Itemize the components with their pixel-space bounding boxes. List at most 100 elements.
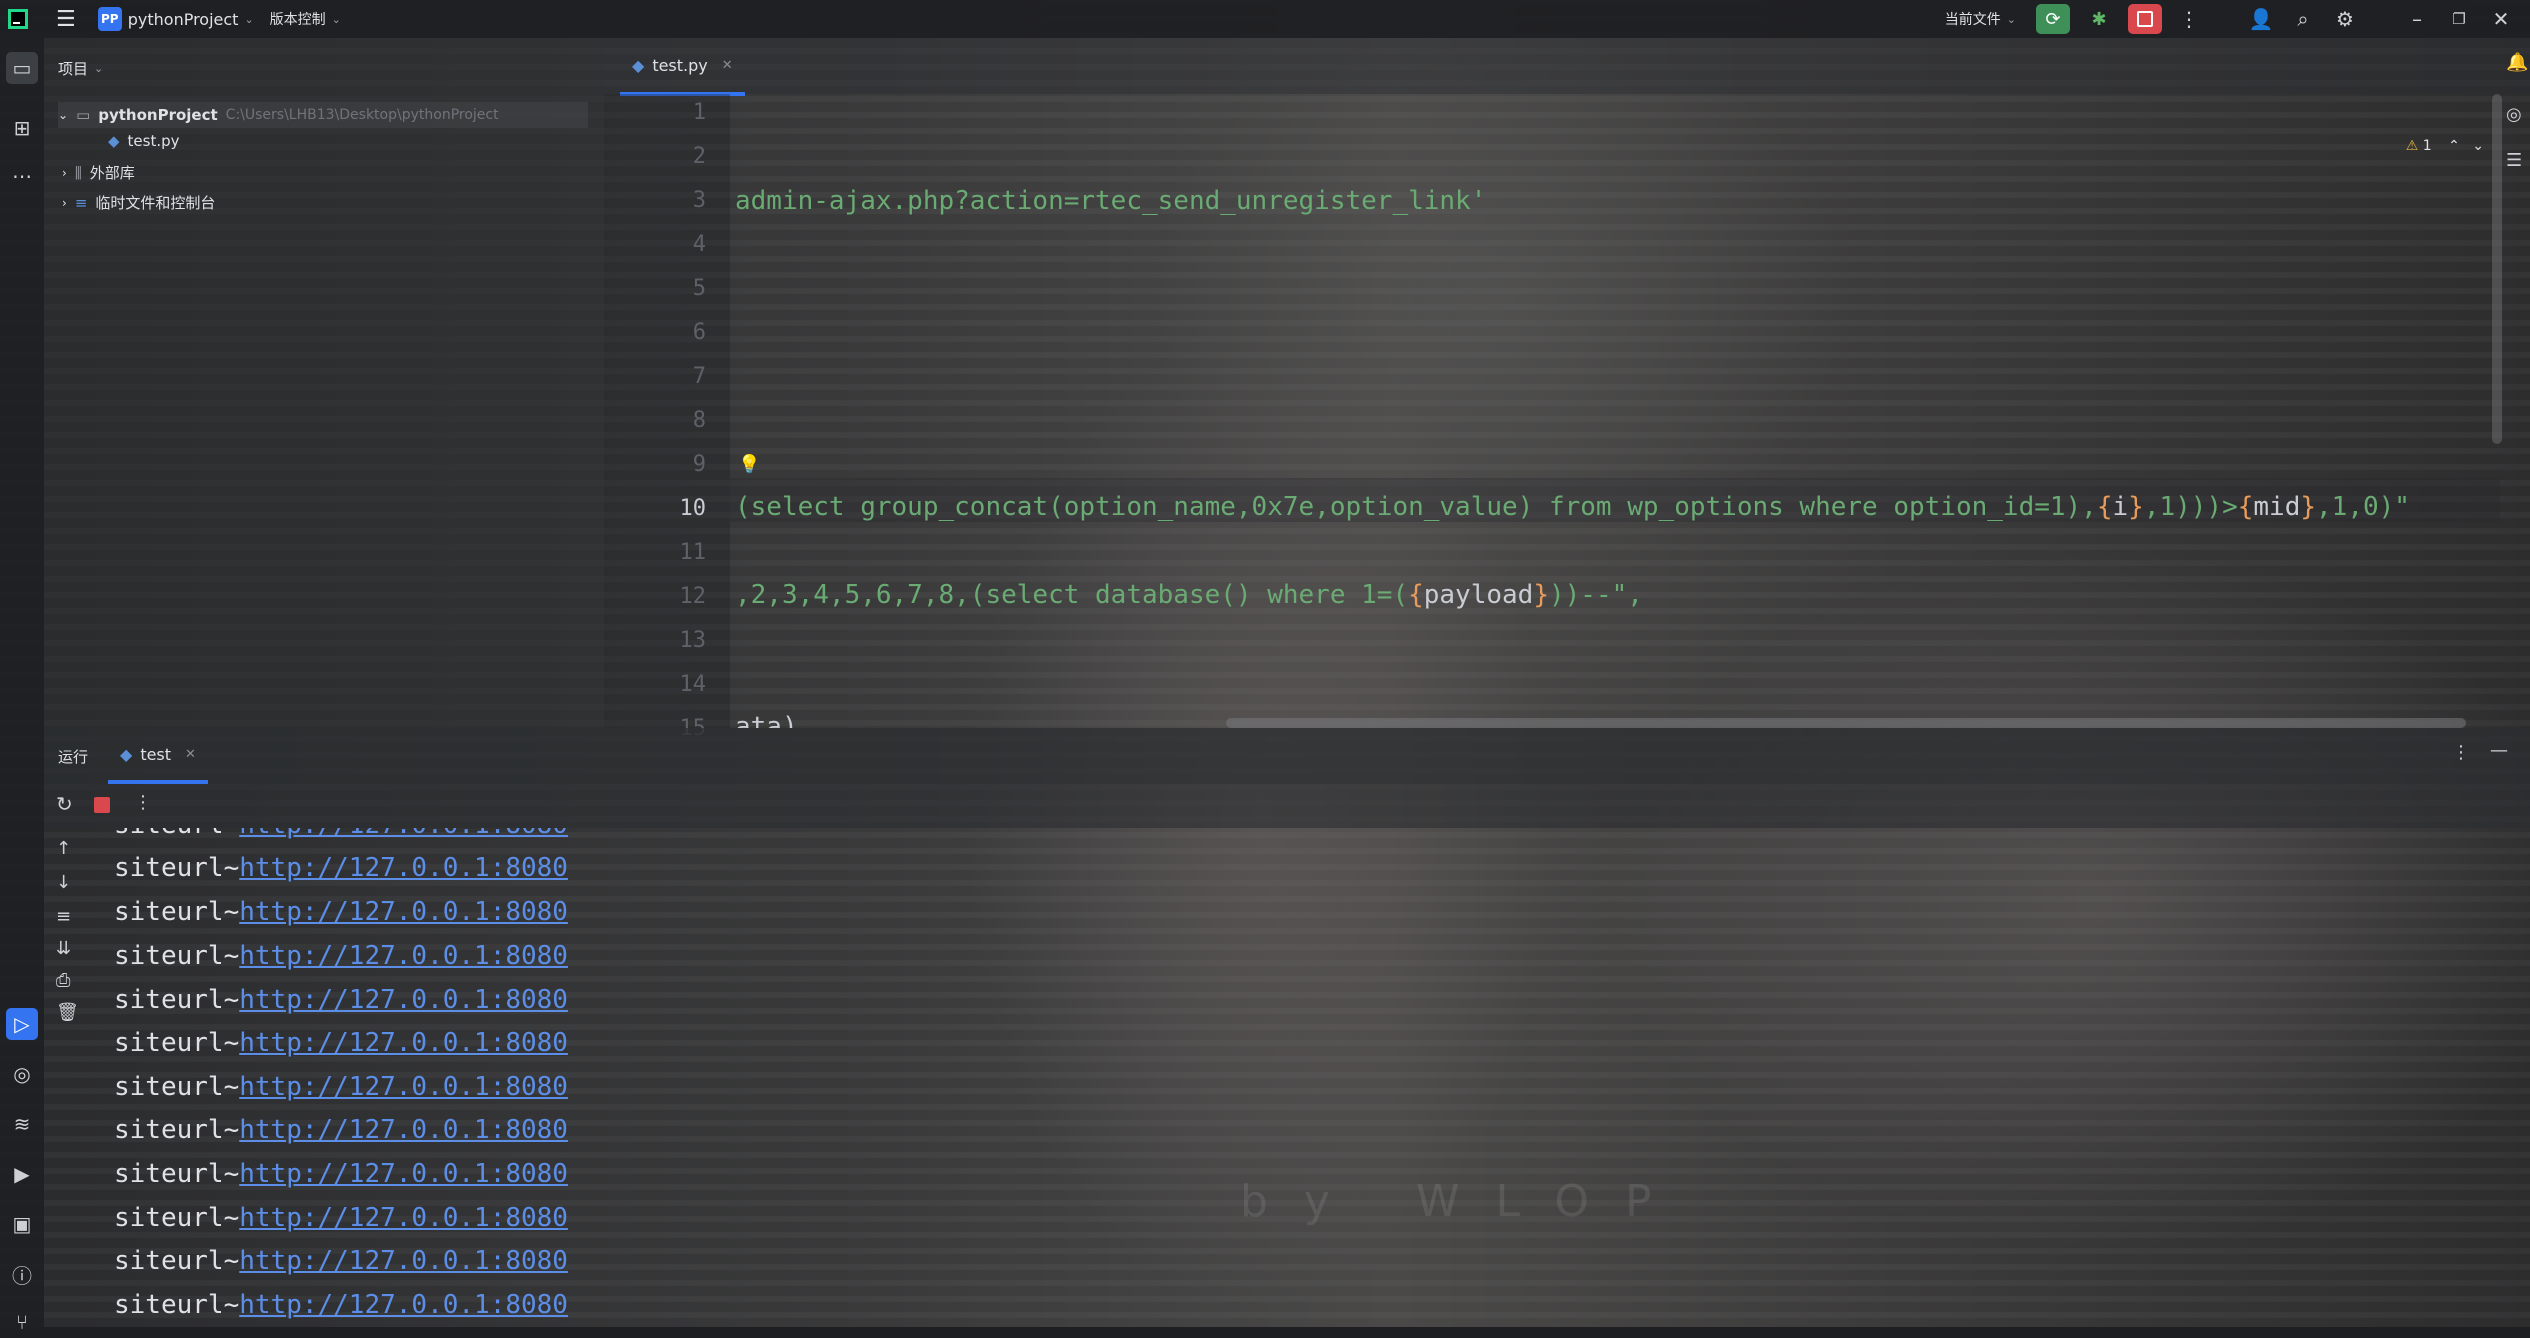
database-icon[interactable]: ☰ xyxy=(2506,150,2522,171)
code-editor[interactable]: admin-ajax.php?action=rtec_send_unregist… xyxy=(730,94,2500,728)
console-link[interactable]: http://127.0.0.1:8080 xyxy=(239,1072,568,1102)
packages-icon[interactable]: ≋ xyxy=(6,1108,38,1140)
close-icon[interactable]: ✕ xyxy=(2486,4,2516,34)
code-token: i xyxy=(2112,492,2129,522)
run-tab-test[interactable]: ◆ test ✕ xyxy=(108,728,208,784)
console-link[interactable]: http://127.0.0.1:8080 xyxy=(239,1203,568,1233)
more-options-icon[interactable]: ⋮ xyxy=(134,792,152,813)
more-options-icon[interactable]: ⋮ xyxy=(2452,742,2470,763)
chevron-down-icon: ⌄ xyxy=(2006,12,2016,26)
problems-icon[interactable]: ⓘ xyxy=(6,1258,38,1290)
more-tools-icon[interactable]: ⋯ xyxy=(6,160,38,192)
chevron-right-icon: › xyxy=(62,165,67,180)
main-menu-icon[interactable]: ☰ xyxy=(48,0,84,38)
services-icon[interactable]: ▶ xyxy=(6,1158,38,1190)
code-token: payload xyxy=(1423,580,1534,610)
editor-tab-test-py[interactable]: ◆ test.py ✕ xyxy=(620,38,745,96)
console-link[interactable]: http://127.0.0.1:8080 xyxy=(239,828,568,840)
vertical-scrollbar[interactable] xyxy=(2492,94,2502,444)
library-icon: ⫼ xyxy=(74,163,82,182)
chevron-down-icon: ⌄ xyxy=(58,108,69,122)
stop-icon[interactable] xyxy=(94,797,110,813)
console-link[interactable]: http://127.0.0.1:8080 xyxy=(239,853,568,883)
line-number: 3 xyxy=(692,188,706,213)
code-line-10: (select group_concat(option_name,0x7e,op… xyxy=(735,492,2410,522)
code-token: } xyxy=(2300,492,2317,522)
project-switcher[interactable]: PP pythonProject ⌄ xyxy=(90,0,262,38)
run-tool-icon[interactable]: ▷ xyxy=(6,1008,38,1040)
code-token: ,1)))> xyxy=(2143,492,2238,522)
console-link[interactable]: http://127.0.0.1:8080 xyxy=(239,1028,568,1058)
stop-button[interactable] xyxy=(2128,4,2162,34)
tree-item-label: 临时文件和控制台 xyxy=(95,194,216,212)
chevron-down-icon: ⌄ xyxy=(244,12,254,26)
intention-bulb-icon[interactable]: 💡 xyxy=(738,454,760,475)
vcs-menu[interactable]: 版本控制 ⌄ xyxy=(262,0,349,38)
project-panel-header[interactable]: 项目 ⌄ xyxy=(44,38,604,98)
line-number: 12 xyxy=(679,584,707,609)
console-line: siteurl~http://127.0.0.1:8080 xyxy=(114,828,568,840)
minimize-icon[interactable]: – xyxy=(2402,4,2432,34)
tree-root[interactable]: ⌄ ▭ pythonProject C:\Users\LHB13\Desktop… xyxy=(58,102,588,128)
console-output[interactable]: siteurl~http://127.0.0.1:8080 siteurl~ht… xyxy=(88,828,2488,1327)
structure-tool-icon[interactable]: ⊞ xyxy=(6,112,38,144)
console-link[interactable]: http://127.0.0.1:8080 xyxy=(239,985,568,1015)
console-text: siteurl~ xyxy=(114,853,240,883)
line-number-current: 10 xyxy=(679,496,707,521)
close-icon[interactable]: ✕ xyxy=(185,747,196,762)
console-line: siteurl~http://127.0.0.1:8080 xyxy=(114,1159,568,1189)
hide-panel-icon[interactable]: — xyxy=(2490,740,2508,761)
soft-wrap-icon[interactable]: ≡ xyxy=(56,906,71,927)
python-console-icon[interactable]: ◎ xyxy=(6,1058,38,1090)
tree-item-test-py[interactable]: ◆ test.py xyxy=(108,132,180,150)
run-config-selector[interactable]: 当前文件 ⌄ xyxy=(1937,0,2024,38)
line-number: 14 xyxy=(679,672,707,697)
code-token: ))--", xyxy=(1548,580,1643,610)
console-link[interactable]: http://127.0.0.1:8080 xyxy=(239,1159,568,1189)
chevron-down-icon: ⌄ xyxy=(94,61,104,75)
add-user-icon[interactable]: 👤 xyxy=(2246,4,2276,34)
line-number: 11 xyxy=(679,540,707,565)
console-line: siteurl~http://127.0.0.1:8080 xyxy=(114,1072,568,1102)
search-icon[interactable]: ⌕ xyxy=(2288,4,2318,34)
project-tool-icon[interactable]: ▭ xyxy=(6,52,38,84)
console-link[interactable]: http://127.0.0.1:8080 xyxy=(239,1246,568,1276)
rerun-icon[interactable]: ↻ xyxy=(56,792,73,816)
console-link[interactable]: http://127.0.0.1:8080 xyxy=(239,897,568,927)
scroll-down-icon[interactable]: ↓ xyxy=(56,872,71,893)
trash-icon[interactable]: 🗑 xyxy=(56,1002,79,1023)
close-icon[interactable]: ✕ xyxy=(722,58,733,73)
git-icon[interactable]: ⑂ xyxy=(6,1306,38,1338)
line-number: 13 xyxy=(679,628,707,653)
scroll-up-icon[interactable]: ↑ xyxy=(56,838,71,859)
more-options-icon[interactable]: ⋮ xyxy=(2174,4,2204,34)
project-badge: PP xyxy=(97,7,122,31)
chevron-down-icon: ⌄ xyxy=(331,12,341,26)
code-line-15: ata) xyxy=(735,712,798,728)
horizontal-scrollbar[interactable] xyxy=(1226,718,2466,728)
line-number: 7 xyxy=(692,364,706,389)
rerun-button[interactable]: ⟳ xyxy=(2036,4,2070,34)
console-line: siteurl~http://127.0.0.1:8080 xyxy=(114,1290,568,1320)
tree-item-label: 外部库 xyxy=(89,164,135,182)
code-token: ,2,3,4,5,6,7,8,(select database() where … xyxy=(735,580,1409,610)
scroll-to-end-icon[interactable]: ⇊ xyxy=(56,938,71,959)
debug-icon[interactable]: ✱ xyxy=(2082,4,2116,34)
print-icon[interactable]: ⎙ xyxy=(56,970,70,991)
console-link[interactable]: http://127.0.0.1:8080 xyxy=(239,941,568,971)
tree-item-scratches[interactable]: › ≡ 临时文件和控制台 xyxy=(62,192,215,213)
console-link[interactable]: http://127.0.0.1:8080 xyxy=(239,1290,568,1320)
code-token: (select group_concat(option_name,0x7e,op… xyxy=(735,492,2097,522)
restore-icon[interactable]: ❐ xyxy=(2444,4,2474,34)
console-text: siteurl~ xyxy=(114,941,240,971)
tree-item-external-libraries[interactable]: › ⫼ 外部库 xyxy=(62,162,135,183)
title-bar: ☰ PP pythonProject ⌄ 版本控制 ⌄ 当前文件 ⌄ ⟳ ✱ ⋮… xyxy=(0,0,2530,38)
ai-assistant-icon[interactable]: ◎ xyxy=(2506,104,2522,125)
console-link[interactable]: http://127.0.0.1:8080 xyxy=(239,1115,568,1145)
terminal-icon[interactable]: ▣ xyxy=(6,1208,38,1240)
line-number: 5 xyxy=(692,276,706,301)
wallpaper-watermark: by WLOP xyxy=(1240,1176,1688,1227)
app-logo[interactable] xyxy=(0,0,38,38)
gear-icon[interactable]: ⚙ xyxy=(2330,4,2360,34)
notifications-icon[interactable]: 🔔 xyxy=(2506,52,2528,73)
